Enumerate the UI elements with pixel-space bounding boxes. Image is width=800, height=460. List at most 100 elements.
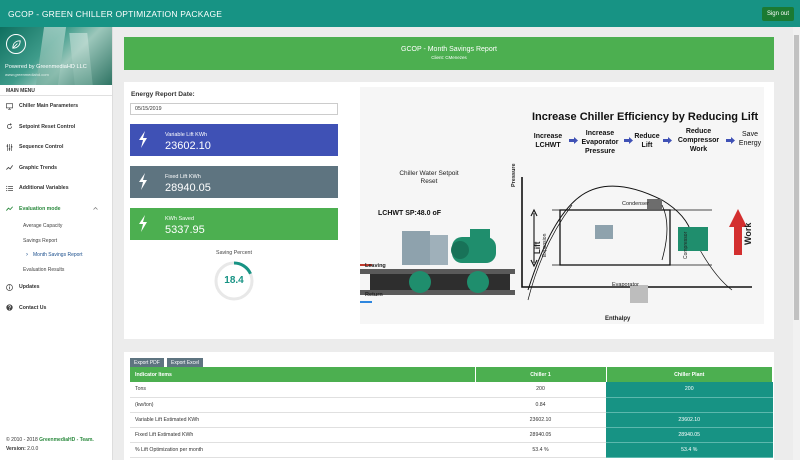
table-cell: 200 [475,382,606,398]
report-title: GCOP - Month Savings Report [401,46,497,53]
export-pdf-button[interactable]: Export PDF [130,358,164,367]
step-reduce-compressor-work: Reduce Compressor Work [677,128,720,153]
saving-percent-value: 18.4 [224,275,244,286]
info-icon [6,283,13,291]
energy-report-date-input[interactable]: 05/15/2019 [130,103,338,115]
table-cell: (kw/ton) [130,397,475,413]
setpoint-reset-text: Chiller Water Setpoit Reset [399,170,459,185]
help-icon [6,304,13,311]
chevron-right-icon: › [26,252,28,258]
variable-lift-value: 23602.10 [165,140,211,152]
sidebar-item-label: Setpoint Reset Control [19,123,76,130]
page-scrollbar[interactable] [793,27,800,460]
version-value: 2.0.0 [27,446,39,452]
trend-icon [6,165,13,171]
table-cell: 200 [606,382,773,398]
sidebar-subitem-savings-report[interactable]: Savings Report [0,234,112,249]
sidebar-item-updates[interactable]: Updates [0,277,112,298]
building-graphic [69,33,93,85]
table-row: Fixed Lift Estimated KWh 28940.05 28940.… [130,427,773,443]
column-header: Chiller Plant [606,367,773,382]
monitor-icon [6,103,13,110]
lift-label: Lift [533,241,542,254]
table-cell: % Lift Optimization per month [130,442,475,458]
bolt-icon [139,173,147,190]
sign-out-button[interactable]: Sign out [761,7,794,21]
compressor-label: Compressor [683,231,689,259]
step-increase-lchwt: Increase LCHWT [533,133,563,149]
brand-website: www.greenmediahd.com [5,72,49,77]
sidebar-subitem-label: Savings Report [23,237,58,244]
step-save-energy: Save Energy [738,131,762,147]
sidebar-subitem-label: Month Savings Report [33,252,83,259]
table-cell: 53.4 % [606,442,773,458]
chart-line-icon [6,206,13,212]
sidebar-item-evaluation-mode[interactable]: Evaluation mode [0,199,112,220]
scrollbar-thumb[interactable] [794,35,799,320]
sidebar: Powered by GreenmediaHD LLC www.greenmed… [0,27,113,460]
table-header-row: Indicator Items Chiller 1 Chiller Plant [130,367,773,382]
export-excel-button[interactable]: Export Excel [167,358,204,367]
arrow-right-icon [726,137,735,144]
sidebar-item-chiller-main-parameters[interactable]: Chiller Main Parameters [0,96,112,117]
chevron-up-icon [93,206,98,210]
variable-lift-label: Variable Lift KWh [165,132,208,138]
table-cell: Fixed Lift Estimated KWh [130,427,475,443]
sidebar-footer: © 2010 - 2018 GreenmediaHD - Team. Versi… [6,436,94,454]
expansion-label: Expansion [542,233,548,257]
top-bar: GCOP - GREEN CHILLER OPTIMIZATION PACKAG… [0,0,800,27]
version-label: Version: [6,446,28,452]
sidebar-subitem-label: Average Capacity [23,223,63,230]
indicator-table-card: Export PDF Export Excel Indicator Items … [124,352,774,460]
table-cell: Variable Lift Estimated KWh [130,412,475,428]
energy-report-card: Energy Report Date: 05/15/2019 Variable … [124,82,774,339]
table-cell: Tons [130,382,475,398]
sidebar-item-label: Additional Variables [19,185,69,192]
table-row: Tons 200 200 [130,382,773,398]
evaporator-label: Evaporator [612,282,639,288]
fixed-lift-card: Fixed Lift KWh 28940.05 [130,166,338,198]
copyright-text: © 2010 - 2018 [6,437,40,443]
column-header: Chiller 1 [475,367,607,382]
indicator-table: Indicator Items Chiller 1 Chiller Plant … [130,367,773,458]
kwh-saved-label: KWh Saved [165,216,195,222]
table-row: % Lift Optimization per month 53.4 % 53.… [130,442,773,458]
variable-lift-card: Variable Lift KWh 23602.10 [130,124,338,156]
return-label: Return [365,292,383,298]
copyright-org: GreenmediaHD - Team. [39,437,94,443]
sliders-icon [6,143,13,151]
fixed-lift-label: Fixed Lift KWh [165,174,201,180]
table-row: (kw/ton) 0.84 [130,397,773,413]
sidebar-item-sequence-control[interactable]: Sequence Control [0,137,112,158]
table-cell: 23602.10 [475,412,606,428]
sidebar-item-label: Evaluation mode [19,205,61,212]
sidebar-item-label: Chiller Main Parameters [19,103,79,110]
sidebar-item-setpoint-reset-control[interactable]: Setpoint Reset Control [0,117,112,138]
table-cell [606,397,773,413]
sidebar-subitem-evaluation-results[interactable]: Evaluation Results [0,263,112,278]
diagram-title: Increase Chiller Efficiency by Reducing … [532,111,759,123]
table-cell: 28940.05 [606,427,773,443]
powered-by: Powered by GreenmediaHD LLC [5,64,87,70]
energy-report-date-label: Energy Report Date: [131,91,195,98]
pressure-axis-label: Pressure [511,163,517,187]
sidebar-subitem-average-capacity[interactable]: Average Capacity [0,219,112,234]
enthalpy-axis-label: Enthalpy [605,316,631,322]
sidebar-item-label: Sequence Control [19,144,64,151]
sidebar-item-graphic-trends[interactable]: Graphic Trends [0,158,112,179]
main-menu-heading: MAIN MENU [0,85,112,96]
sidebar-item-label: Graphic Trends [19,164,58,171]
table-cell: 23602.10 [606,412,773,428]
sidebar-item-additional-variables[interactable]: Additional Variables [0,178,112,199]
pressure-enthalpy-chart [521,177,752,303]
table-row: Variable Lift Estimated KWh 23602.10 236… [130,412,773,428]
sidebar-item-contact-us[interactable]: Contact Us [0,298,112,319]
lchwt-setpoint: LCHWT SP:48.0 oF [378,210,442,217]
sidebar-subitem-month-savings-report[interactable]: › Month Savings Report [0,248,112,263]
bolt-icon [139,131,147,148]
chiller-lift-diagram: Increase Chiller Efficiency by Reducing … [360,87,764,324]
app-title: GCOP - GREEN CHILLER OPTIMIZATION PACKAG… [8,8,223,19]
kwh-saved-value: 5337.95 [165,224,205,236]
sidebar-subitem-label: Evaluation Results [23,266,65,273]
leaving-label: Leaving [365,263,386,269]
